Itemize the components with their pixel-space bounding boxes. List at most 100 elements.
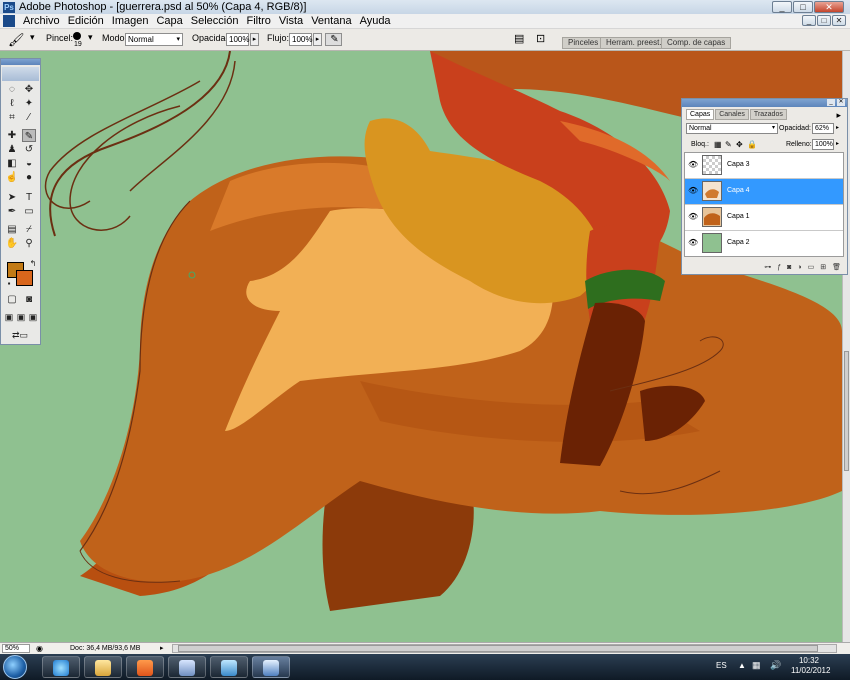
- tab-canales[interactable]: Canales: [715, 109, 749, 120]
- doc-restore-button[interactable]: □: [817, 15, 831, 26]
- document-icon[interactable]: [3, 15, 15, 27]
- lock-image-icon[interactable]: ✎: [725, 140, 732, 149]
- marquee-tool-icon[interactable]: ◌: [5, 83, 19, 96]
- zoom-input[interactable]: 50%: [2, 644, 30, 653]
- brush-picker-arrow-icon[interactable]: ▾: [88, 32, 93, 43]
- smudge-tool-icon[interactable]: ☝: [5, 171, 19, 184]
- opacity-slider-arrow-icon[interactable]: ▸: [836, 124, 839, 131]
- new-layer-icon[interactable]: ⊞: [820, 263, 826, 271]
- menu-archivo[interactable]: Archivo: [19, 15, 64, 27]
- background-color-swatch[interactable]: [16, 270, 33, 286]
- network-icon[interactable]: ▦: [752, 660, 761, 671]
- tools-panel-header[interactable]: [1, 59, 40, 65]
- delete-layer-icon[interactable]: 🗑: [832, 263, 841, 271]
- palette-well-icon[interactable]: ⊡: [536, 32, 545, 45]
- rectangle-tool-icon[interactable]: ▭: [22, 205, 36, 218]
- type-tool-icon[interactable]: T: [22, 191, 36, 204]
- healing-brush-tool-icon[interactable]: ✚: [5, 129, 19, 142]
- taskbar-app-4[interactable]: [168, 656, 206, 678]
- taskbar-photoshop[interactable]: [252, 656, 290, 678]
- language-indicator[interactable]: ES: [716, 661, 727, 670]
- brush-tool-icon[interactable]: ✎: [22, 129, 36, 142]
- layer-row[interactable]: 👁 Capa 1: [685, 205, 843, 231]
- taskbar-internet-explorer[interactable]: [42, 656, 80, 678]
- swap-colors-icon[interactable]: ↰: [26, 257, 40, 270]
- layer-name[interactable]: Capa 1: [727, 213, 750, 220]
- link-layers-icon[interactable]: ⊶: [764, 263, 771, 271]
- layer-name[interactable]: Capa 2: [727, 239, 750, 246]
- notes-tool-icon[interactable]: ▤: [5, 223, 19, 236]
- screen-mode-full-menu-icon[interactable]: ▣: [15, 311, 27, 324]
- tab-pinceles[interactable]: Pinceles: [562, 37, 605, 49]
- paint-bucket-tool-icon[interactable]: ◒: [22, 157, 36, 170]
- menu-ayuda[interactable]: Ayuda: [356, 15, 395, 27]
- eye-icon[interactable]: 👁: [688, 160, 698, 169]
- doc-close-button[interactable]: ✕: [832, 15, 846, 26]
- layers-panel-header[interactable]: _ ✕: [682, 99, 847, 107]
- start-button[interactable]: [3, 655, 27, 679]
- lock-transparency-icon[interactable]: ▦: [714, 140, 722, 149]
- layer-name[interactable]: Capa 4: [727, 187, 750, 194]
- path-selection-tool-icon[interactable]: ➤: [5, 191, 19, 204]
- status-preview-icon[interactable]: ◉: [36, 644, 43, 653]
- dodge-tool-icon[interactable]: ●: [22, 171, 36, 184]
- panel-minimize-icon[interactable]: _: [827, 99, 835, 106]
- menu-capa[interactable]: Capa: [152, 15, 186, 27]
- quick-mask-mode-icon[interactable]: ◙: [22, 293, 36, 306]
- slice-tool-icon[interactable]: ⁄: [22, 111, 36, 124]
- screen-mode-standard-icon[interactable]: ▣: [3, 311, 15, 324]
- magic-wand-tool-icon[interactable]: ✦: [22, 97, 36, 110]
- move-tool-icon[interactable]: ✥: [22, 83, 36, 96]
- tab-trazados[interactable]: Trazados: [749, 109, 787, 120]
- lock-position-icon[interactable]: ✥: [736, 140, 743, 149]
- layer-name[interactable]: Capa 3: [727, 161, 750, 168]
- eye-icon[interactable]: 👁: [688, 238, 698, 247]
- opacity-slider-arrow-icon[interactable]: ▸: [250, 33, 259, 46]
- volume-icon[interactable]: 🔊: [770, 660, 781, 671]
- taskbar-media-player[interactable]: [126, 656, 164, 678]
- tool-preset-arrow-icon[interactable]: ▾: [30, 32, 35, 43]
- tab-capas[interactable]: Capas: [686, 109, 715, 120]
- maximize-button[interactable]: □: [793, 1, 813, 13]
- mode-select[interactable]: Normal ▾: [125, 33, 183, 46]
- menu-edicion[interactable]: Edición: [64, 15, 108, 27]
- eraser-tool-icon[interactable]: ◧: [5, 157, 19, 170]
- airbrush-toggle-icon[interactable]: ✎: [325, 33, 342, 46]
- minimize-button[interactable]: _: [772, 1, 792, 13]
- crop-tool-icon[interactable]: ⌗: [5, 111, 19, 124]
- flow-slider-arrow-icon[interactable]: ▸: [313, 33, 322, 46]
- fill-input[interactable]: 100%: [812, 139, 834, 150]
- tab-herram-preest[interactable]: Herram. preest.: [600, 37, 668, 49]
- eyedropper-tool-icon[interactable]: ⌿: [22, 223, 36, 236]
- tray-arrow-icon[interactable]: ▲: [738, 661, 746, 670]
- zoom-tool-icon[interactable]: ⚲: [22, 237, 36, 250]
- tab-comp-de-capas[interactable]: Comp. de capas: [661, 37, 732, 49]
- layer-opacity-input[interactable]: 62%: [812, 123, 834, 134]
- adjustment-layer-icon[interactable]: ◑: [797, 264, 801, 271]
- menu-ventana[interactable]: Ventana: [307, 15, 355, 27]
- doc-minimize-button[interactable]: _: [802, 15, 816, 26]
- photoshop-app-icon[interactable]: Ps: [3, 1, 15, 13]
- layer-mask-icon[interactable]: ◙: [787, 264, 791, 271]
- menu-vista[interactable]: Vista: [275, 15, 307, 27]
- layer-row-active[interactable]: 👁 Capa 4: [685, 179, 843, 205]
- blend-mode-select[interactable]: Normal ▾: [686, 123, 778, 134]
- layer-row[interactable]: 👁 Capa 3: [685, 153, 843, 179]
- history-brush-tool-icon[interactable]: ↺: [22, 143, 36, 156]
- hand-tool-icon[interactable]: ✋: [5, 237, 19, 250]
- lasso-tool-icon[interactable]: ℓ: [5, 97, 19, 110]
- clock[interactable]: 10:32 11/02/2012: [791, 656, 830, 676]
- layer-row[interactable]: 👁 Capa 2: [685, 231, 843, 257]
- brush-preview-icon[interactable]: [73, 32, 81, 40]
- horizontal-scrollbar[interactable]: [172, 644, 837, 653]
- file-browser-icon[interactable]: ▤: [514, 32, 524, 45]
- eye-icon[interactable]: 👁: [688, 212, 698, 221]
- lock-all-icon[interactable]: 🔒: [747, 140, 757, 149]
- taskbar-explorer[interactable]: [84, 656, 122, 678]
- photoshop-feather-logo[interactable]: [2, 67, 39, 81]
- jump-to-imageready-icon[interactable]: ⇄▭: [5, 329, 35, 342]
- taskbar-app-5[interactable]: [210, 656, 248, 678]
- menu-seleccion[interactable]: Selección: [187, 15, 243, 27]
- screen-mode-full-icon[interactable]: ▣: [27, 311, 39, 324]
- horizontal-scroll-thumb[interactable]: [178, 645, 818, 652]
